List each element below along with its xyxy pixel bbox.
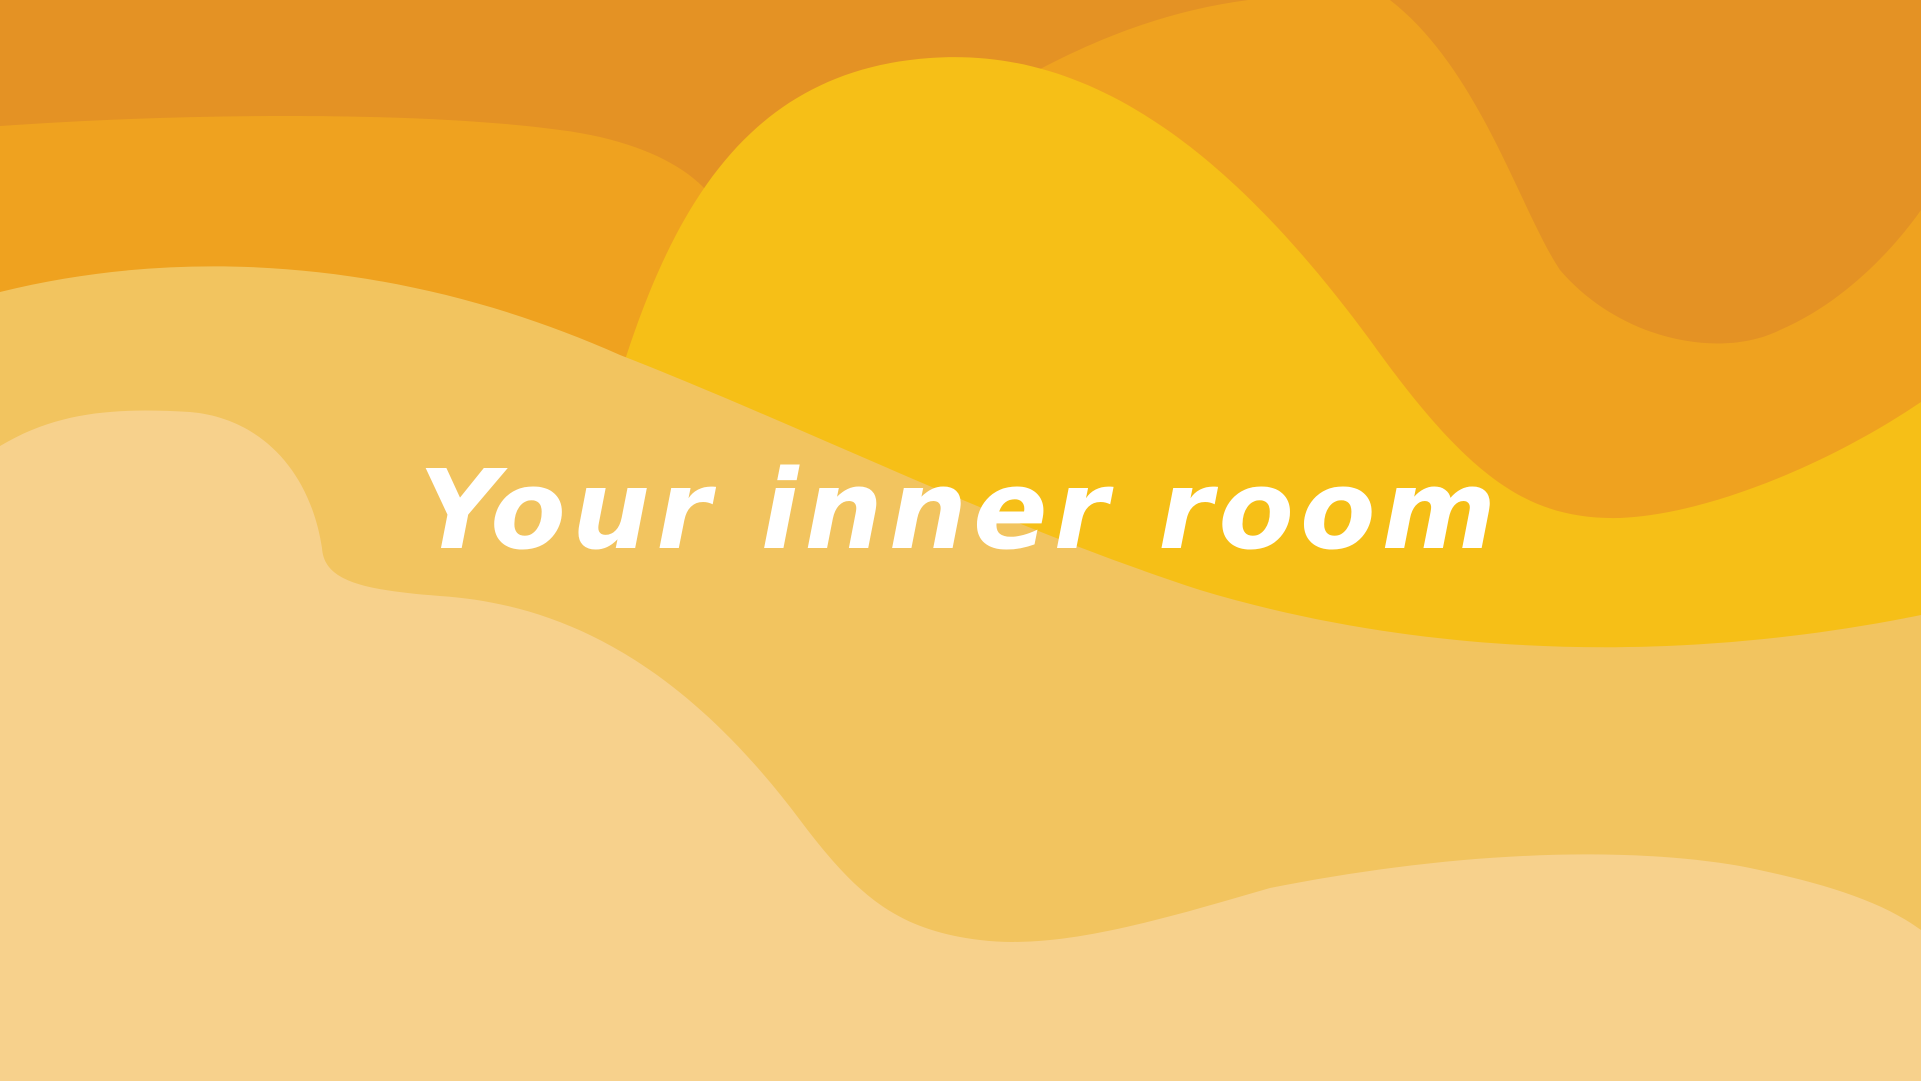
hero-banner: Your inner room (0, 0, 1921, 1081)
page-title: Your inner room (418, 446, 1503, 574)
